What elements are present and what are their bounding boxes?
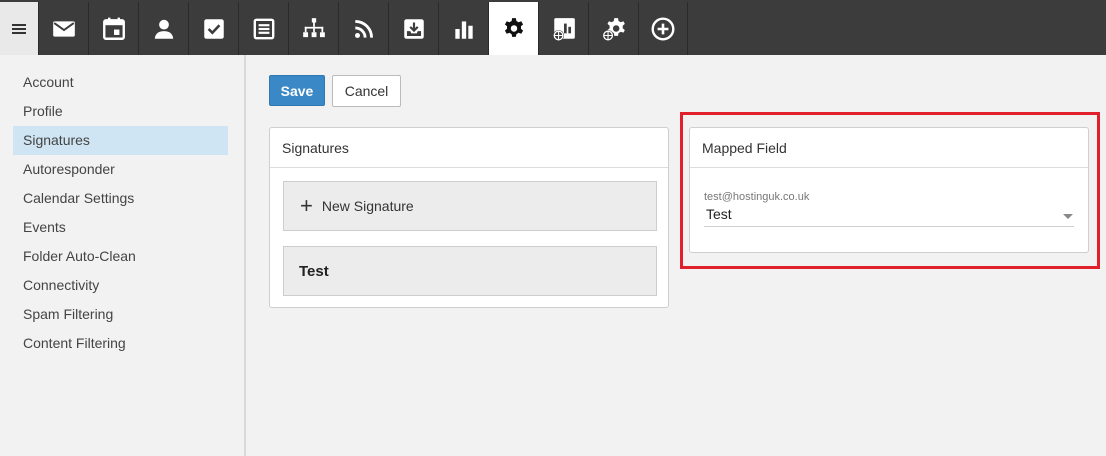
archive-icon[interactable] <box>388 2 438 55</box>
highlight-box <box>680 112 1100 269</box>
reports-icon[interactable] <box>438 2 488 55</box>
sidebar-item-profile[interactable]: Profile <box>13 97 228 126</box>
sidebar-item-content-filtering[interactable]: Content Filtering <box>13 329 228 358</box>
domain-settings-icon[interactable] <box>588 2 638 55</box>
hamburger-icon[interactable] <box>0 0 38 55</box>
notes-icon[interactable] <box>238 2 288 55</box>
calendar-icon[interactable] <box>88 2 138 55</box>
settings-sidebar: Account Profile Signatures Autoresponder Cal… <box>0 55 246 456</box>
sidebar-item-signatures[interactable]: Signatures <box>13 126 228 155</box>
add-icon[interactable] <box>638 2 688 55</box>
mail-icon[interactable] <box>38 2 88 55</box>
settings-icon[interactable] <box>488 2 538 55</box>
plus-icon: + <box>300 193 313 218</box>
save-button[interactable]: Save <box>269 75 325 106</box>
tasks-icon[interactable] <box>188 2 238 55</box>
signature-item[interactable]: Test <box>283 246 657 296</box>
sidebar-item-autoresponder[interactable]: Autoresponder <box>13 155 228 184</box>
sitemap-icon[interactable] <box>288 2 338 55</box>
sidebar-item-folder-auto-clean[interactable]: Folder Auto-Clean <box>13 242 228 271</box>
sidebar-item-spam-filtering[interactable]: Spam Filtering <box>13 300 228 329</box>
new-signature-label: New Signature <box>321 198 414 214</box>
new-signature-button[interactable]: + New Signature <box>283 181 657 231</box>
rss-icon[interactable] <box>338 2 388 55</box>
sidebar-item-connectivity[interactable]: Connectivity <box>13 271 228 300</box>
signatures-panel: Signatures + New Signature Test <box>269 127 669 308</box>
sidebar-item-account[interactable]: Account <box>13 68 228 97</box>
sidebar-item-events[interactable]: Events <box>13 213 228 242</box>
cancel-button[interactable]: Cancel <box>332 75 401 107</box>
sidebar-item-calendar-settings[interactable]: Calendar Settings <box>13 184 228 213</box>
contacts-icon[interactable] <box>138 2 188 55</box>
domain-reports-icon[interactable] <box>538 2 588 55</box>
top-toolbar <box>0 0 1106 55</box>
signatures-panel-title: Signatures <box>270 128 668 168</box>
